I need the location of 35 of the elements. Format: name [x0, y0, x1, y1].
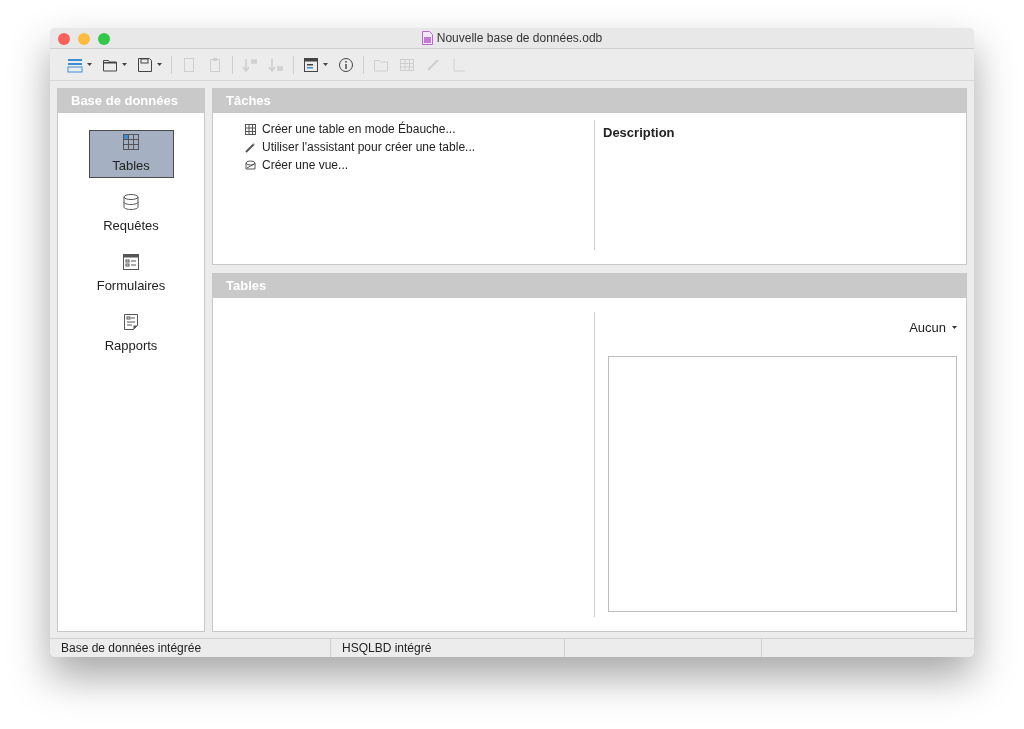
task-link[interactable]: Utiliser l'assistant pour créer une table...: [245, 138, 594, 156]
sidebar-item[interactable]: Rapports: [88, 310, 174, 358]
table-icon: [399, 56, 415, 73]
document-icon: [421, 31, 433, 45]
caret-icon: [122, 63, 127, 66]
task-link[interactable]: Créer une vue...: [245, 156, 594, 174]
sort-icon: [268, 56, 284, 73]
description-heading: Description: [603, 125, 675, 140]
table-icon: [245, 123, 256, 135]
sidebar-item[interactable]: Requêtes: [88, 190, 174, 238]
zoom-button[interactable]: [98, 33, 110, 45]
clipboard-icon: [207, 56, 223, 73]
caret-icon: [157, 63, 162, 66]
preview-dropdown[interactable]: Aucun: [909, 318, 957, 338]
report-icon: [122, 312, 140, 331]
page-icon: [181, 56, 197, 73]
list-icon: [67, 56, 83, 73]
caret-icon: [952, 326, 957, 330]
wand-icon: [245, 141, 256, 153]
minimize-button[interactable]: [78, 33, 90, 45]
sidebar-item[interactable]: Formulaires: [88, 250, 174, 298]
caret-icon: [323, 63, 328, 66]
database-icon: [122, 192, 140, 211]
window-title: Nouvelle base de données.odb: [436, 30, 603, 47]
task-link[interactable]: Créer une table en mode Ébauche...: [245, 120, 594, 138]
sidebar-item[interactable]: Tables: [88, 130, 174, 178]
table-icon: [122, 132, 140, 151]
status-text: HSQLBD intégré: [342, 640, 432, 657]
info-icon: [338, 56, 354, 73]
status-text: Base de données intégrée: [61, 640, 202, 657]
sort-icon: [242, 56, 258, 73]
form-icon: [303, 56, 319, 73]
caret-icon: [87, 63, 92, 66]
close-button[interactable]: [58, 33, 70, 45]
form-icon: [122, 252, 140, 271]
